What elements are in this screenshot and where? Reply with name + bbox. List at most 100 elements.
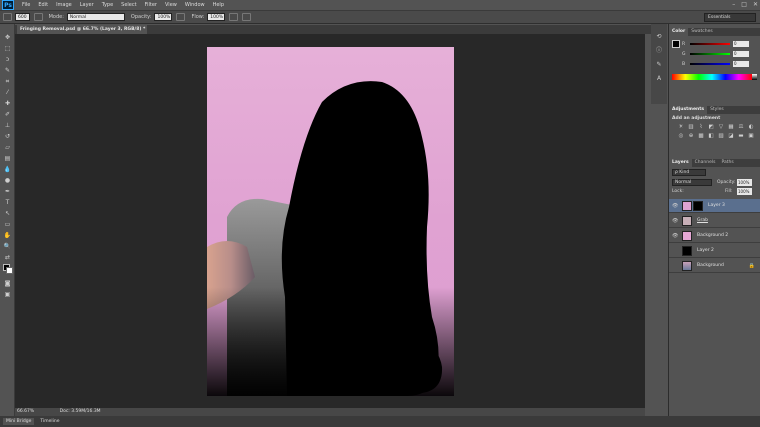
lasso-tool-icon[interactable]: ↄ (3, 56, 12, 64)
hue-saturation-icon[interactable]: ▦ (727, 124, 735, 131)
brightness-contrast-icon[interactable]: ☀ (677, 124, 685, 131)
blend-mode-select[interactable]: Normal (672, 179, 712, 186)
green-slider[interactable] (690, 53, 730, 55)
flow-field[interactable]: 100% (207, 13, 226, 21)
pen-tool-icon[interactable]: ✒ (3, 188, 12, 196)
layer-row-background[interactable]: Background 🔒 (669, 259, 760, 273)
pressure-size-icon[interactable] (242, 13, 252, 21)
visibility-eye-icon[interactable]: 👁 (672, 203, 678, 209)
gradient-map-icon[interactable]: ▬ (737, 133, 745, 140)
zoom-tool-icon[interactable]: 🔍 (3, 243, 12, 251)
menu-window[interactable]: Window (185, 2, 205, 8)
gradient-tool-icon[interactable]: ▤ (3, 155, 12, 163)
threshold-icon[interactable]: ◪ (727, 133, 735, 140)
shape-tool-icon[interactable]: ▭ (3, 221, 12, 229)
zoom-level[interactable]: 66.67% (17, 409, 34, 414)
menu-select[interactable]: Select (121, 2, 136, 8)
eraser-tool-icon[interactable]: ▱ (3, 144, 12, 152)
brush-presets-panel-icon[interactable]: ✎ (654, 60, 664, 69)
layer-row-background-2[interactable]: 👁 Background 2 (669, 229, 760, 243)
canvas-area[interactable] (15, 34, 645, 408)
blue-value[interactable]: 0 (733, 61, 749, 67)
workspace-select[interactable]: Essentials (704, 13, 756, 22)
layer-mask-thumbnail[interactable] (693, 200, 703, 211)
layer-row-layer-3[interactable]: 👁 Layer 3 (669, 199, 760, 213)
pressure-opacity-icon[interactable] (176, 13, 186, 21)
levels-icon[interactable]: ▥ (687, 124, 695, 131)
history-brush-tool-icon[interactable]: ↺ (3, 133, 12, 141)
brush-tool-icon[interactable]: ✐ (3, 111, 12, 119)
history-panel-icon[interactable]: ⟲ (654, 32, 664, 41)
opacity-field[interactable]: 100% (154, 13, 173, 21)
healing-brush-tool-icon[interactable]: ✚ (3, 100, 12, 108)
layer-row-grab[interactable]: 👁 Grab (669, 214, 760, 228)
mini-bridge-tab[interactable]: Mini Bridge (3, 418, 35, 425)
photo-filter-icon[interactable]: ◎ (677, 133, 685, 140)
brush-preset-icon[interactable] (3, 13, 12, 21)
airbrush-icon[interactable] (229, 13, 239, 21)
exposure-icon[interactable]: ◩ (707, 124, 715, 131)
document-canvas[interactable] (207, 47, 454, 396)
color-spectrum-bar[interactable] (672, 74, 752, 80)
layer-name[interactable]: Background (697, 263, 724, 268)
curves-icon[interactable]: ⌇ (697, 124, 705, 131)
move-tool-icon[interactable]: ✥ (3, 34, 12, 42)
red-value[interactable]: 0 (733, 41, 749, 47)
vibrance-icon[interactable]: ▽ (717, 124, 725, 131)
swap-colors-icon[interactable]: ⇄ (3, 254, 12, 262)
tab-paths[interactable]: Paths (718, 159, 736, 167)
eyedropper-tool-icon[interactable]: ⁄ (3, 89, 12, 97)
red-slider[interactable] (690, 43, 730, 45)
info-panel-icon[interactable]: ⓘ (654, 46, 664, 55)
screen-mode-icon[interactable]: ▣ (3, 291, 12, 299)
fg-color-chip[interactable] (672, 40, 680, 48)
maximize-button[interactable]: □ (741, 1, 747, 8)
crop-tool-icon[interactable]: ⌗ (3, 78, 12, 86)
tab-swatches[interactable]: Swatches (688, 28, 716, 36)
menu-layer[interactable]: Layer (80, 2, 94, 8)
blue-slider[interactable] (690, 63, 730, 65)
layer-name[interactable]: Layer 2 (697, 248, 714, 253)
layer-name[interactable]: Background 2 (697, 233, 728, 238)
minimize-button[interactable]: – (732, 1, 735, 8)
brush-size-field[interactable]: 600 (15, 13, 30, 21)
channel-mixer-icon[interactable]: ⊕ (687, 133, 695, 140)
menu-file[interactable]: File (22, 2, 30, 8)
layer-opacity-field[interactable]: 100% (737, 179, 752, 186)
black-white-icon[interactable]: ◐ (747, 124, 755, 131)
menu-edit[interactable]: Edit (38, 2, 48, 8)
tab-color[interactable]: Color (669, 28, 689, 36)
menu-filter[interactable]: Filter (145, 2, 157, 8)
invert-icon[interactable]: ◧ (707, 133, 715, 140)
menu-view[interactable]: View (165, 2, 177, 8)
tab-channels[interactable]: Channels (692, 159, 719, 167)
tab-adjustments[interactable]: Adjustments (669, 106, 708, 114)
layer-row-layer-2[interactable]: Layer 2 (669, 244, 760, 258)
menu-image[interactable]: Image (56, 2, 72, 8)
bw-ramp[interactable] (752, 74, 757, 80)
path-select-tool-icon[interactable]: ↖ (3, 210, 12, 218)
quick-mask-icon[interactable]: ◙ (3, 280, 12, 288)
tab-styles[interactable]: Styles (707, 106, 727, 114)
menu-type[interactable]: Type (102, 2, 113, 8)
blur-tool-icon[interactable]: 💧 (3, 166, 12, 174)
clone-stamp-tool-icon[interactable]: ⊥ (3, 122, 12, 130)
character-panel-icon[interactable]: A (654, 74, 664, 83)
close-button[interactable]: ✕ (753, 1, 758, 8)
hand-tool-icon[interactable]: ✋ (3, 232, 12, 240)
layer-name[interactable]: Grab (697, 218, 708, 223)
selective-color-icon[interactable]: ▣ (747, 133, 755, 140)
quick-select-tool-icon[interactable]: ✎ (3, 67, 12, 75)
color-lookup-icon[interactable]: ▩ (697, 133, 705, 140)
tab-layers[interactable]: Layers (669, 159, 692, 167)
background-color-swatch[interactable] (6, 267, 13, 274)
visibility-eye-icon[interactable]: 👁 (672, 233, 678, 239)
marquee-tool-icon[interactable]: ⬚ (3, 45, 12, 53)
fill-field[interactable]: 100% (737, 188, 752, 195)
timeline-tab[interactable]: Timeline (37, 418, 63, 425)
type-tool-icon[interactable]: T (3, 199, 12, 207)
posterize-icon[interactable]: ▨ (717, 133, 725, 140)
brush-panel-icon[interactable] (33, 13, 43, 21)
color-balance-icon[interactable]: ⚖ (737, 124, 745, 131)
menu-help[interactable]: Help (213, 2, 224, 8)
